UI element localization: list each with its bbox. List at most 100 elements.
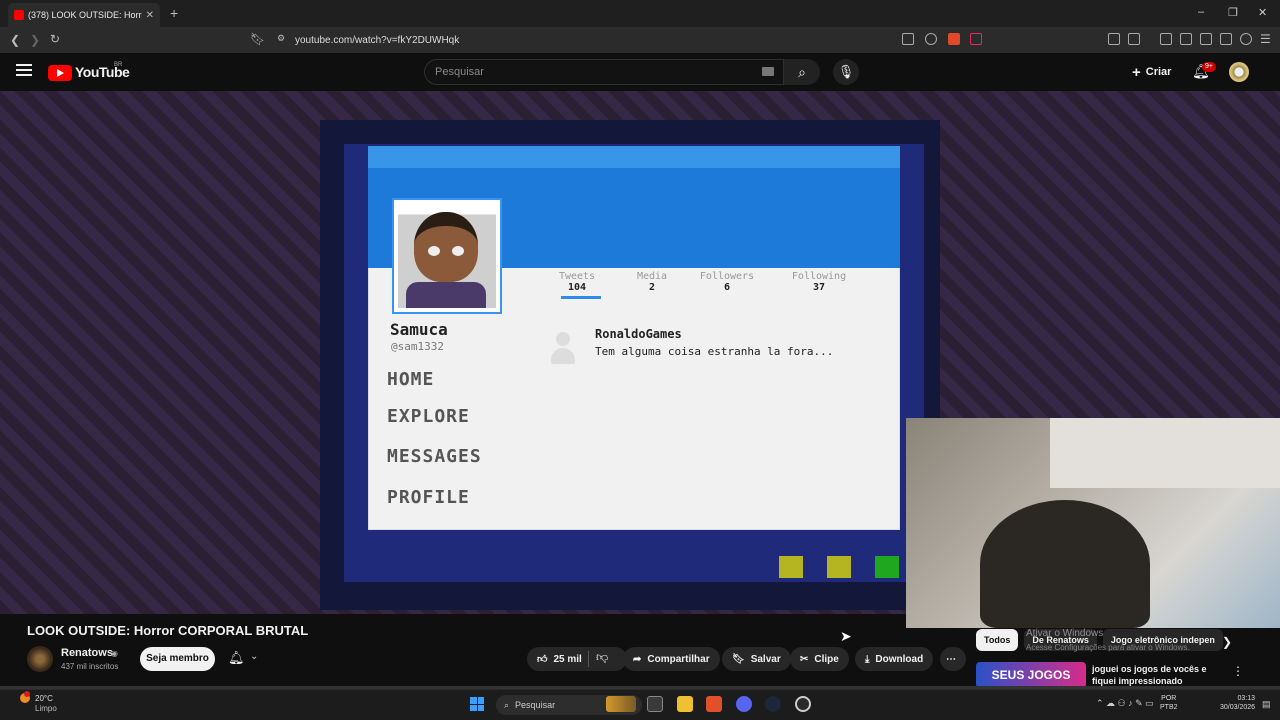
recommended-more-icon[interactable]: ⋮ [1232,664,1244,678]
notification-center-icon[interactable]: ▤ [1262,699,1271,710]
profile-name: Samuca [390,320,448,339]
like-count[interactable]: 25 mil [553,654,581,665]
microphone-icon: 🎙︎ [837,64,855,79]
recommended-video-title[interactable]: joguei os jogos de vocês e fiquei impres… [1092,663,1222,687]
minimize-button[interactable]: – [1198,6,1204,18]
stat-label: Followers [699,271,755,282]
leo-icon[interactable] [1220,33,1232,45]
account-avatar[interactable] [1229,62,1249,82]
address-bar[interactable]: youtube.com/watch?v=fkY2DUWHqk [270,31,990,49]
back-icon[interactable]: ❮ [10,33,20,47]
brave-shield-icon[interactable] [948,33,960,45]
dislike-icon[interactable]: 👎︎ [596,650,608,665]
channel-avatar[interactable] [27,646,53,672]
forward-icon[interactable]: ❯ [30,33,40,47]
weather-condition[interactable]: Limpo [35,704,57,713]
mouse-cursor-icon: ➤ [840,628,852,644]
brave-rewards-icon[interactable] [970,33,982,45]
brave-browser-icon[interactable] [706,696,722,712]
character-head [414,212,478,282]
hamburger-menu-icon[interactable] [16,64,32,76]
clip-button[interactable]: ✂ Clipe [790,647,849,671]
video-title: LOOK OUTSIDE: Horror CORPORAL BRUTAL [27,623,309,638]
character-eye-right [452,246,464,256]
obs-icon[interactable] [795,696,811,712]
stat-label: Tweets [558,271,596,282]
channel-name[interactable]: Renatows [61,647,113,659]
vpn-icon[interactable] [1240,33,1252,45]
save-button[interactable]: 🔖︎ Salvar [722,647,791,671]
close-tab-icon[interactable]: ✕ [146,10,154,21]
sidebar-icon[interactable] [1180,33,1192,45]
save-label: Salvar [750,653,781,665]
media-icon[interactable] [1160,33,1172,45]
like-dislike-group: 👍︎ 25 mil [527,647,627,671]
game-nav-messages: MESSAGES [387,446,482,467]
share-button[interactable]: ➦ Compartilhar [623,647,720,671]
voice-search-button[interactable]: 🎙︎ [833,59,859,85]
maximize-button[interactable]: ❐ [1228,6,1238,19]
more-actions-button[interactable]: ⋯ [940,647,966,671]
download-icon: ⤓ [865,653,870,665]
bookmark-icon[interactable]: 🔖︎ [250,32,265,46]
extension-icon[interactable] [1108,33,1120,45]
like-icon[interactable]: 👍︎ [537,653,547,665]
profile-handle: @sam1332 [391,340,444,353]
weather-temperature[interactable]: 20°C [35,694,53,703]
cast-icon[interactable] [902,33,914,45]
download-button[interactable]: ⤓ Download [855,647,934,671]
file-explorer-icon[interactable] [677,696,693,712]
tweet-text: Tem alguma coisa estranha la fora... [595,345,834,358]
stat-value: 37 [812,282,826,293]
stat-media: Media 2 [630,271,674,293]
input-language[interactable]: POR PTB2 [1160,694,1178,712]
steam-icon[interactable] [765,696,781,712]
search-icon: ⌕ [504,699,510,710]
join-button[interactable]: Seja membro [140,647,215,671]
chevron-right-icon[interactable]: ❯ [1222,635,1232,649]
country-code: BR [114,62,123,68]
browser-tab[interactable]: (378) LOOK OUTSIDE: Horror ✕ [8,3,160,27]
like-separator [588,651,589,667]
create-button[interactable]: + Criar [1122,60,1178,84]
stat-value: 2 [648,282,656,293]
youtube-logo-icon[interactable] [48,65,72,81]
share-icon[interactable] [925,33,937,45]
taskbar-clock[interactable]: 03:13 30/03/2026 [1220,694,1255,712]
character-eye-left [428,246,440,256]
system-tray-icons[interactable]: ⌃ ☁ ⚇ ♪ ✎ ▭ [1096,698,1154,709]
chevron-down-icon[interactable]: ⌄ [250,651,258,662]
wallet-icon[interactable] [1200,33,1212,45]
reload-icon[interactable]: ↻ [50,32,60,46]
stat-following: Following 37 [784,271,854,293]
clip-label: Clipe [814,653,839,665]
subscription-bell-icon[interactable]: 🔔︎ [228,650,245,666]
stat-label: Media [636,271,668,282]
reading-list-icon[interactable] [1128,33,1140,45]
game-nav-explore: EXPLORE [387,406,470,427]
language-code: POR [1161,695,1177,702]
stat-tweets: Tweets 104 [554,271,600,293]
search-input[interactable]: Pesquisar [424,59,784,85]
close-window-button[interactable]: ✕ [1258,6,1267,19]
webcam-background-wall [1050,418,1280,488]
browser-menu-icon[interactable]: ☰ [1260,32,1271,46]
share-arrow-icon: ➦ [633,653,642,665]
task-view-icon[interactable] [647,696,663,712]
character-body [406,282,486,308]
indicator-square [779,556,803,578]
keyboard-icon[interactable] [762,67,774,76]
recommended-video-thumbnail[interactable]: SEUS JOGOS [976,662,1086,688]
search-button[interactable]: ⌕ [784,59,820,85]
new-tab-button[interactable]: + [170,5,178,21]
activate-windows-text: Acesse Configurações para ativar o Windo… [1026,643,1190,652]
windows-start-icon[interactable] [470,697,484,711]
youtube-favicon-icon [14,10,24,20]
discord-icon[interactable] [736,696,752,712]
chip-all[interactable]: Todos [976,629,1019,651]
more-icon: ⋯ [946,653,956,665]
webcam-streamer [980,500,1150,628]
site-info-icon[interactable]: ⚙ [277,33,285,44]
download-label: Download [875,653,924,665]
tweet-avatar-icon [551,332,575,366]
